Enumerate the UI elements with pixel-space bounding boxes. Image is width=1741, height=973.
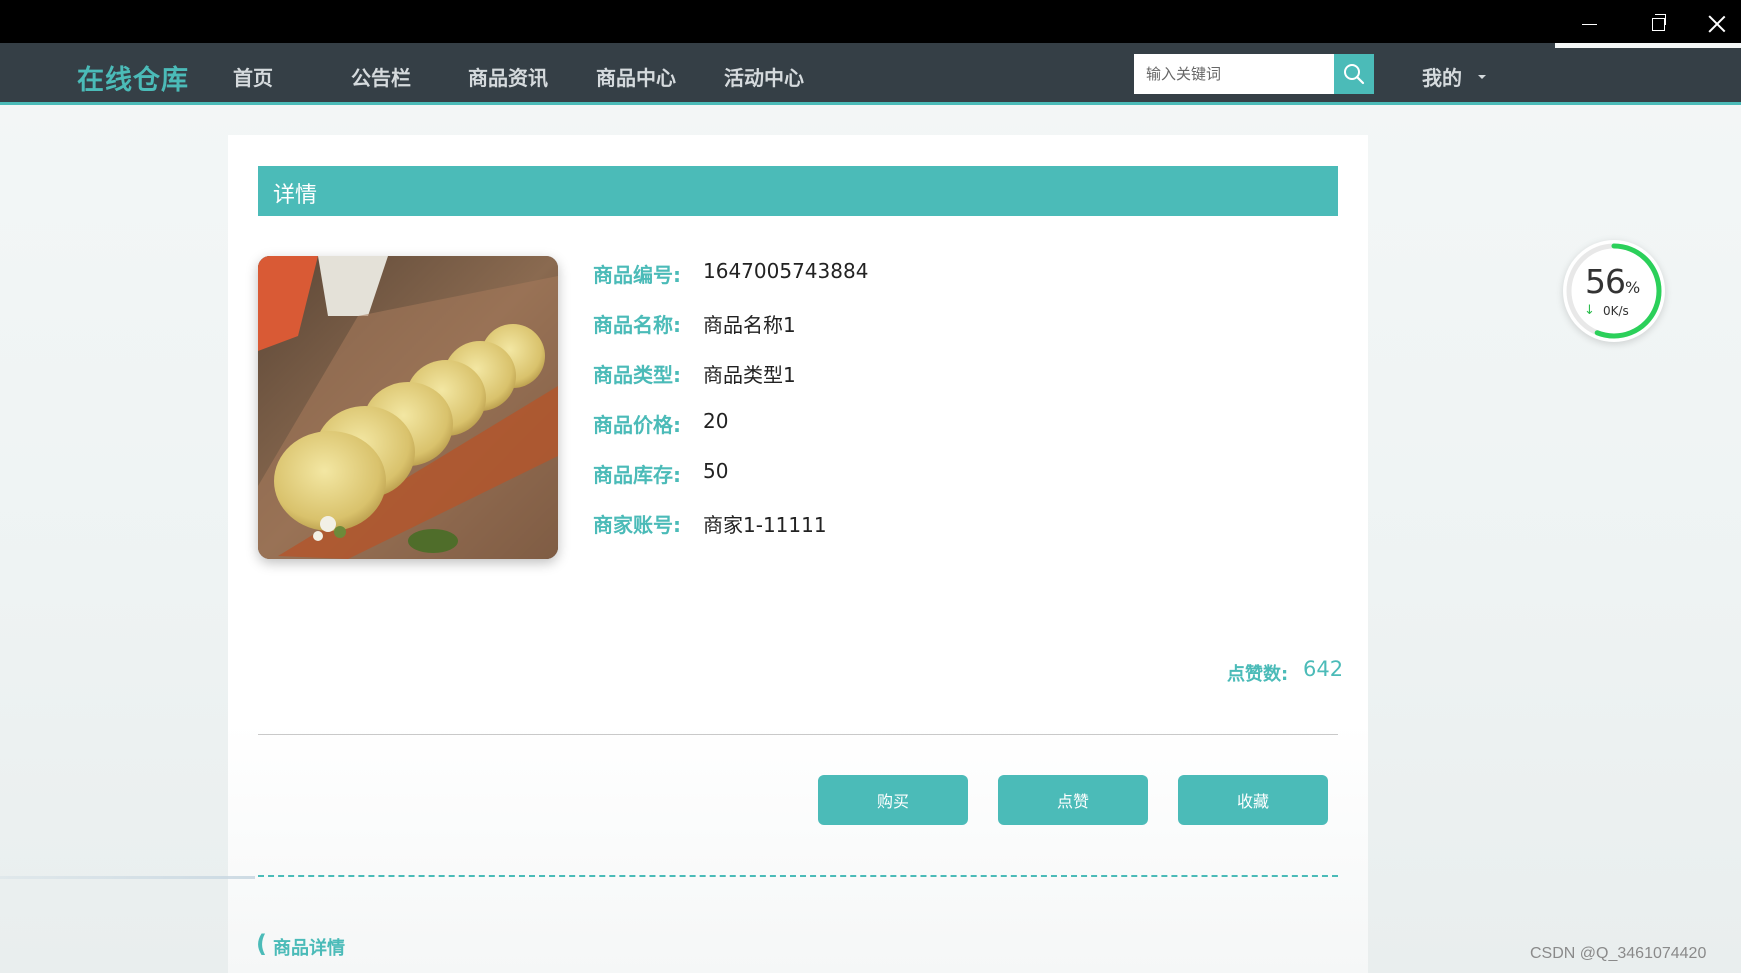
search-button[interactable] — [1334, 54, 1374, 94]
field-value-id: 1647005743884 — [703, 259, 869, 283]
field-label-merchant: 商家账号: — [593, 513, 681, 537]
field-value-type: 商品类型1 — [703, 363, 796, 387]
search-input[interactable] — [1134, 54, 1334, 94]
field-value-name: 商品名称1 — [703, 313, 796, 337]
minimize-button[interactable] — [1555, 0, 1623, 48]
likes-count: 642 — [1303, 657, 1344, 681]
nav-item-home[interactable]: 首页 — [233, 62, 273, 91]
field-value-merchant: 商家1-11111 — [703, 513, 827, 537]
field-value-stock: 50 — [703, 459, 729, 483]
speed-percent: 56% — [1585, 262, 1640, 301]
likes-label: 点赞数: — [1227, 664, 1289, 685]
field-label-id: 商品编号: — [593, 263, 681, 287]
speed-percent-sign: % — [1625, 278, 1640, 297]
divider — [258, 734, 1338, 735]
detail-header-bar — [258, 166, 1338, 216]
nav-item-notice[interactable]: 公告栏 — [351, 62, 411, 91]
speed-rate: 0K/s — [1603, 304, 1629, 318]
search-icon — [1344, 64, 1365, 85]
download-arrow-icon: ↓ — [1584, 303, 1595, 318]
window-title-bar — [0, 0, 1741, 43]
nav-right-background — [1555, 48, 1741, 105]
close-button[interactable] — [1693, 0, 1741, 48]
field-value-price: 20 — [703, 409, 729, 433]
decorative-glow-line — [0, 876, 255, 879]
chevron-down-icon — [1478, 75, 1486, 79]
field-label-price: 商品价格: — [593, 413, 681, 437]
mine-menu[interactable]: 我的 — [1422, 62, 1462, 91]
detail-title: 详情 — [273, 183, 318, 208]
section-bracket-icon: ( — [256, 930, 267, 958]
minimize-icon — [1581, 23, 1597, 25]
nav-item-products[interactable]: 商品中心 — [596, 62, 676, 91]
buy-button[interactable]: 购买 — [818, 775, 968, 825]
field-label-name: 商品名称: — [593, 313, 681, 337]
field-label-stock: 商品库存: — [593, 463, 681, 487]
nav-item-activity[interactable]: 活动中心 — [724, 62, 804, 91]
product-image[interactable] — [258, 256, 558, 559]
close-icon — [1708, 15, 1726, 33]
field-label-type: 商品类型: — [593, 363, 681, 387]
section-title-product-detail: 商品详情 — [273, 938, 345, 959]
watermark: CSDN @Q_3461074420 — [1530, 945, 1707, 962]
nav-item-news[interactable]: 商品资讯 — [468, 62, 548, 91]
brand-logo[interactable]: 在线仓库 — [77, 58, 189, 97]
speed-percent-value: 56 — [1585, 262, 1626, 301]
dashed-divider — [258, 875, 1338, 877]
like-button[interactable]: 点赞 — [998, 775, 1148, 825]
restore-button[interactable] — [1624, 0, 1692, 48]
favorite-button[interactable]: 收藏 — [1178, 775, 1328, 825]
restore-icon — [1651, 13, 1666, 31]
